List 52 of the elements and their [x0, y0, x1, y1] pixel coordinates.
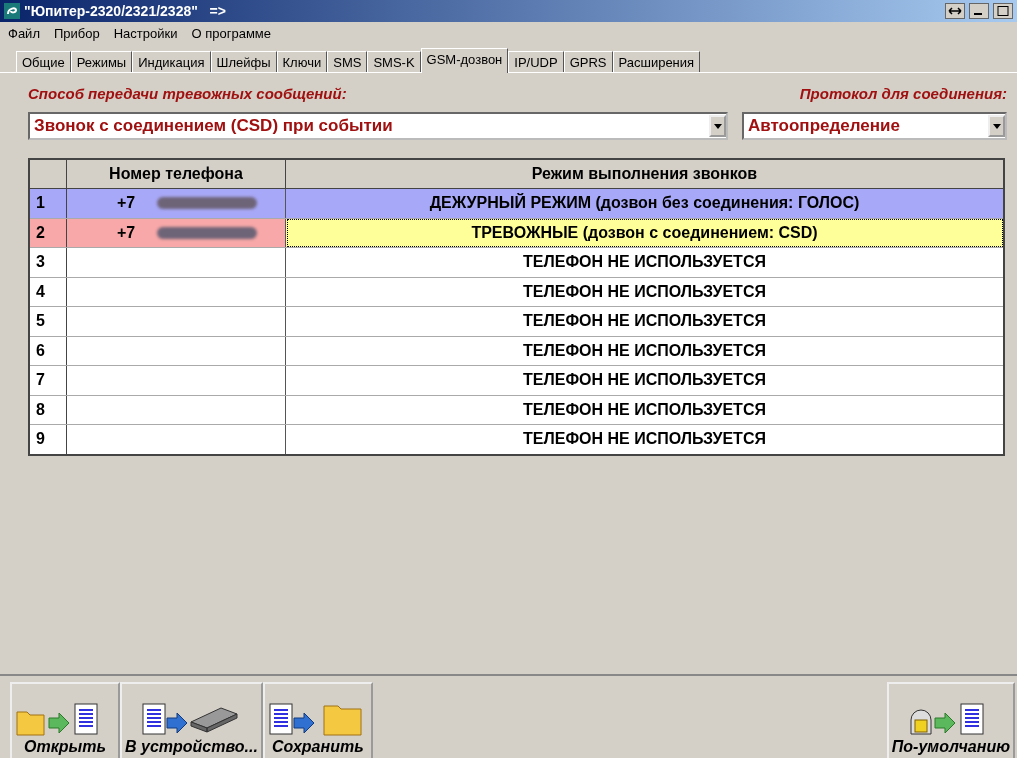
tab[interactable]: SMS: [327, 51, 368, 72]
minimize-icon[interactable]: [969, 3, 989, 19]
caret-icon: [992, 123, 1001, 129]
menu-item[interactable]: Настройки: [113, 25, 178, 41]
tab[interactable]: Индикация: [132, 51, 211, 72]
column-header: Номер телефона: [66, 159, 286, 189]
field-label: Протокол для соединения:: [799, 85, 1007, 102]
window-title: "Юпитер-2320/2321/2328" =>: [24, 3, 226, 19]
dropdown[interactable]: Автоопределение: [742, 112, 1007, 140]
maximize-icon[interactable]: [993, 3, 1013, 19]
row-number: 6: [29, 336, 67, 366]
dropdown[interactable]: Звонок с соединением (CSD) при событии: [28, 112, 728, 140]
tab[interactable]: SMS-K: [367, 51, 421, 72]
row-number: 3: [29, 247, 67, 277]
resize-icon[interactable]: [945, 3, 965, 19]
table-cell[interactable]: ТЕЛЕФОН НЕ ИСПОЛЬЗУЕТСЯ: [285, 306, 1004, 336]
menu-item[interactable]: Файл: [8, 25, 40, 41]
table-cell[interactable]: ТЕЛЕФОН НЕ ИСПОЛЬЗУЕТСЯ: [285, 424, 1004, 455]
tab[interactable]: IP/UDP: [508, 51, 564, 72]
tab[interactable]: Режимы: [70, 51, 133, 72]
menu-item[interactable]: О программе: [191, 25, 271, 41]
toolbar-button[interactable]: В устройство...: [120, 682, 263, 758]
caret-icon: [713, 123, 722, 129]
toolbar-button[interactable]: Открыть: [10, 682, 120, 758]
tab[interactable]: GSM-дозвон: [420, 48, 509, 73]
tab[interactable]: Шлейфы: [210, 51, 277, 72]
default-button[interactable]: По-умолчанию: [886, 682, 1015, 758]
table-cell[interactable]: ТЕЛЕФОН НЕ ИСПОЛЬЗУЕТСЯ: [285, 277, 1004, 307]
column-header: Режим выполнения звонков: [285, 159, 1004, 189]
table-cell[interactable]: ТЕЛЕФОН НЕ ИСПОЛЬЗУЕТСЯ: [285, 365, 1004, 395]
table-cell[interactable]: ТЕЛЕФОН НЕ ИСПОЛЬЗУЕТСЯ: [285, 247, 1004, 277]
table-cell[interactable]: ТРЕВОЖНЫЕ (дозвон с соединением: CSD): [285, 218, 1004, 248]
table-cell[interactable]: ТЕЛЕФОН НЕ ИСПОЛЬЗУЕТСЯ: [285, 336, 1004, 366]
app-icon: [4, 3, 20, 19]
table-cell[interactable]: ТЕЛЕФОН НЕ ИСПОЛЬЗУЕТСЯ: [285, 395, 1004, 425]
row-number: 2: [29, 218, 67, 248]
phone-cell[interactable]: +7: [66, 188, 286, 218]
menu-item[interactable]: Прибор: [53, 25, 100, 41]
phone-cell[interactable]: +7: [66, 218, 286, 248]
tab[interactable]: GPRS: [563, 51, 613, 72]
row-number: 7: [29, 365, 67, 395]
table-cell[interactable]: ДЕЖУРНЫЙ РЕЖИМ (дозвон без соединения: ГОЛОС): [285, 188, 1004, 218]
tab[interactable]: Общие: [16, 51, 71, 72]
tab[interactable]: Ключи: [276, 51, 328, 72]
field-label: Способ передачи тревожных сообщений:: [28, 85, 347, 102]
row-number: 5: [29, 306, 67, 336]
row-number: 1: [29, 188, 67, 218]
row-number: 4: [29, 277, 67, 307]
tab[interactable]: Расширения: [612, 51, 701, 72]
toolbar-button[interactable]: Сохранить: [262, 682, 373, 758]
row-number: 8: [29, 395, 67, 425]
row-number: 9: [29, 424, 67, 455]
